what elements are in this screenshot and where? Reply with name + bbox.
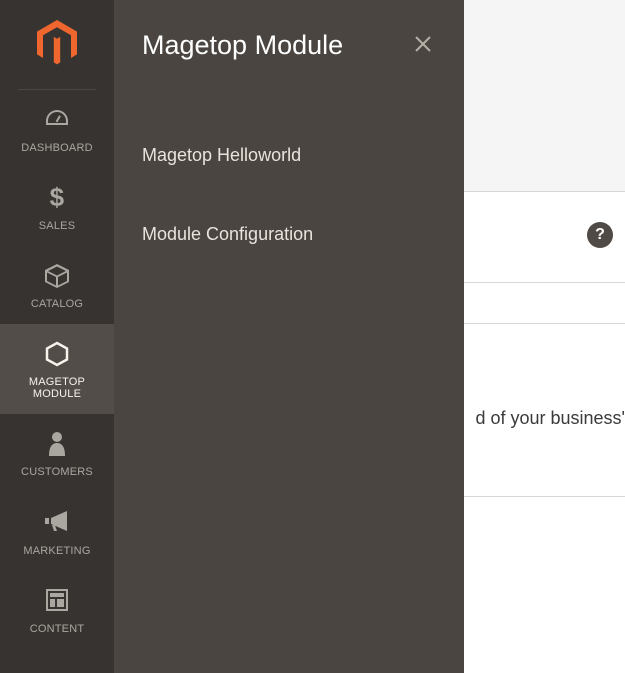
- divider: [464, 496, 625, 497]
- sidebar-item-customers[interactable]: CUSTOMERS: [0, 414, 114, 492]
- sidebar-item-label: CUSTOMERS: [4, 466, 110, 478]
- flyout-item-label: Module Configuration: [142, 224, 313, 244]
- sidebar-item-magetop-module[interactable]: MAGETOP MODULE: [0, 324, 114, 414]
- flyout-item-module-configuration[interactable]: Module Configuration: [142, 210, 436, 289]
- megaphone-icon: [4, 509, 110, 537]
- help-icon[interactable]: ?: [587, 222, 613, 248]
- logo-container: [18, 0, 96, 90]
- main-content: ? d of your business': [464, 0, 625, 673]
- admin-sidebar: DASHBOARD $ SALES CATALOG MAGETOP MODULE…: [0, 0, 114, 673]
- sidebar-item-catalog[interactable]: CATALOG: [0, 246, 114, 324]
- sidebar-item-label: SALES: [4, 220, 110, 232]
- magento-logo-icon[interactable]: [37, 20, 77, 71]
- help-icon-row: ?: [587, 222, 613, 248]
- business-text-fragment: d of your business': [475, 408, 625, 429]
- flyout-panel: Magetop Module Magetop Helloworld Module…: [114, 0, 464, 673]
- dashboard-icon: [4, 106, 110, 134]
- hex-icon: [4, 340, 110, 368]
- person-icon: [4, 430, 110, 458]
- flyout-menu: Magetop Helloworld Module Configuration: [142, 131, 436, 289]
- sidebar-item-label: CONTENT: [4, 623, 110, 635]
- sidebar-item-label: CATALOG: [4, 298, 110, 310]
- divider: [464, 323, 625, 324]
- close-icon[interactable]: [410, 31, 436, 61]
- svg-text:$: $: [50, 184, 65, 212]
- sidebar-item-sales[interactable]: $ SALES: [0, 168, 114, 246]
- flyout-header: Magetop Module: [142, 30, 436, 61]
- sidebar-item-label: MARKETING: [4, 545, 110, 557]
- layout-icon: [4, 587, 110, 615]
- sidebar-item-label: DASHBOARD: [4, 142, 110, 154]
- cube-icon: [4, 262, 110, 290]
- sidebar-item-label: MAGETOP MODULE: [4, 376, 110, 400]
- nav-list: DASHBOARD $ SALES CATALOG MAGETOP MODULE…: [0, 90, 114, 649]
- sidebar-item-marketing[interactable]: MARKETING: [0, 493, 114, 571]
- sidebar-item-content[interactable]: CONTENT: [0, 571, 114, 649]
- dollar-icon: $: [4, 184, 110, 212]
- flyout-title: Magetop Module: [142, 30, 343, 61]
- flyout-item-label: Magetop Helloworld: [142, 145, 301, 165]
- divider: [464, 282, 625, 283]
- content-top-area: [464, 0, 625, 192]
- flyout-item-helloworld[interactable]: Magetop Helloworld: [142, 131, 436, 210]
- help-symbol: ?: [595, 226, 605, 244]
- sidebar-item-dashboard[interactable]: DASHBOARD: [0, 90, 114, 168]
